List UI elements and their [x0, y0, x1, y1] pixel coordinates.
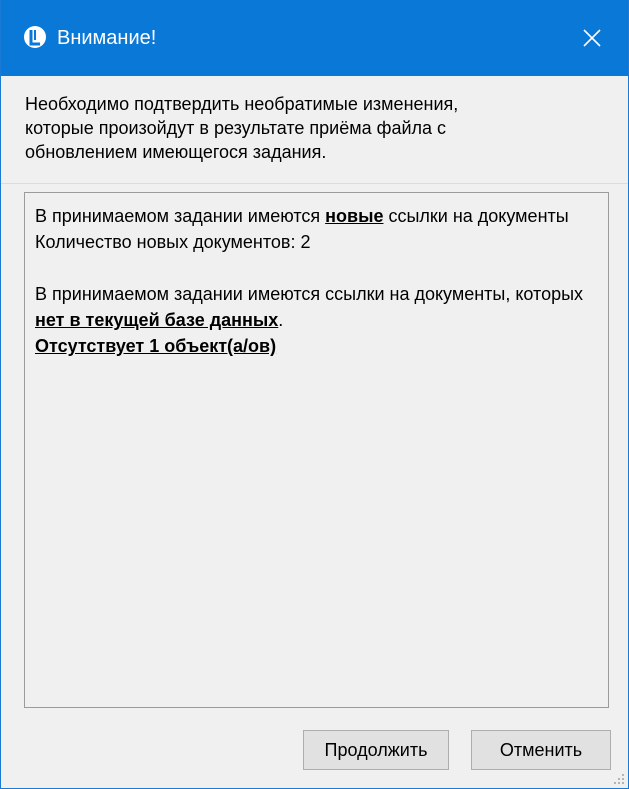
- new-links-paragraph: В принимаемом задании имеются новые ссыл…: [35, 203, 598, 229]
- missing-objects-count: Отсутствует 1 объект(а/ов): [35, 333, 598, 359]
- separator: [1, 183, 628, 184]
- details-text: В принимаемом задании имеются: [35, 206, 326, 226]
- close-button[interactable]: [556, 0, 628, 76]
- intro-message: Необходимо подтвердить необратимые измен…: [25, 92, 585, 164]
- dialog-body: Необходимо подтвердить необратимые измен…: [1, 76, 628, 788]
- new-keyword: новые: [325, 206, 384, 226]
- intro-line: которые произойдут в результате приёма ф…: [25, 118, 447, 138]
- details-text-box[interactable]: В принимаемом задании имеются новые ссыл…: [24, 192, 609, 708]
- intro-line: Необходимо подтвердить необратимые измен…: [25, 94, 459, 114]
- new-documents-count: Количество новых документов: 2: [35, 232, 311, 252]
- details-text: В принимаемом задании имеются ссылки на …: [35, 284, 584, 304]
- title-bar[interactable]: Внимание!: [1, 0, 628, 76]
- missing-objects-text: Отсутствует 1 объект(а/ов): [35, 336, 277, 356]
- continue-button[interactable]: Продолжить: [303, 730, 449, 770]
- window-title: Внимание!: [57, 27, 157, 49]
- missing-links-paragraph: В принимаемом задании имеются ссылки на …: [35, 281, 598, 333]
- dialog-window: Внимание! Необходимо подтвердить необрат…: [0, 0, 629, 789]
- intro-line: обновлением имеющегося задания.: [25, 142, 327, 162]
- missing-db-keyword: нет в текущей базе данных: [35, 310, 279, 330]
- cancel-button[interactable]: Отменить: [471, 730, 611, 770]
- app-logo-icon: [23, 25, 47, 49]
- resize-grip-icon[interactable]: [613, 773, 625, 785]
- details-text: ссылки на документы: [383, 206, 569, 226]
- details-text: .: [278, 310, 284, 330]
- close-icon: [583, 29, 601, 47]
